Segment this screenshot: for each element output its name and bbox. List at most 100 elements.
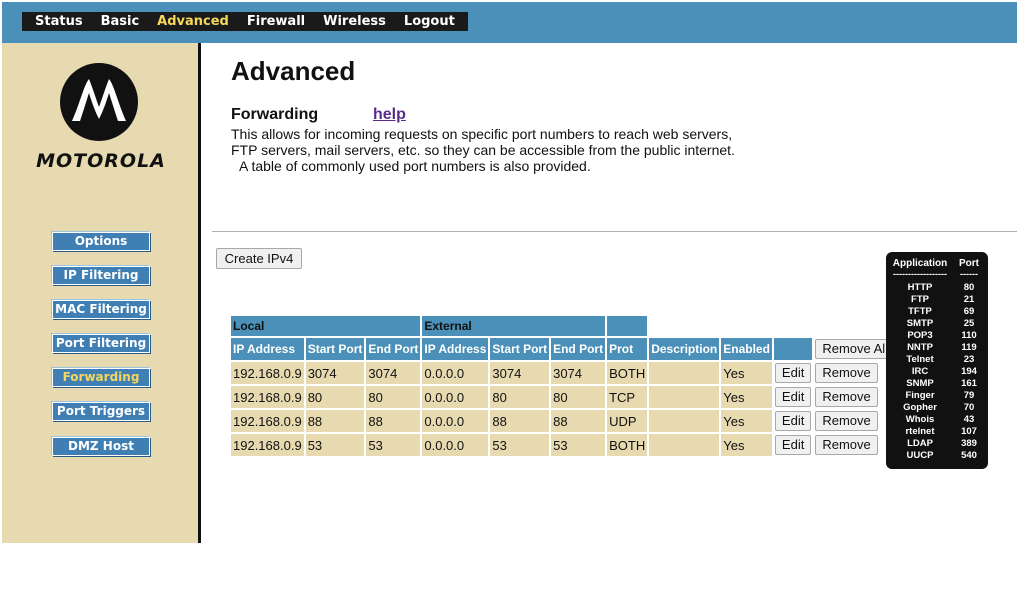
cell-enabled: Yes (721, 410, 772, 432)
col-local-end-port: End Port (366, 338, 421, 360)
col-ext-end-port: End Port (551, 338, 606, 360)
cell-ext-start: 80 (490, 386, 550, 408)
top-nav: Status Basic Advanced Firewall Wireless … (22, 12, 468, 31)
cell-local-end: 88 (366, 410, 421, 432)
nav-basic[interactable]: Basic (92, 12, 149, 31)
create-ipv4-button[interactable]: Create IPv4 (216, 248, 302, 269)
port-reference-box: Application Port ------------------ ----… (886, 252, 988, 469)
port-reference-header: Application Port (886, 258, 988, 269)
description-line-3: A table of commonly used port numbers is… (239, 158, 591, 174)
port-reference-dashes: ------------------ ------ (886, 269, 988, 279)
sidebar-item-ip-filtering[interactable]: IP Filtering (52, 266, 150, 285)
cell-prot: BOTH (607, 434, 648, 456)
port-app: Telnet (906, 354, 934, 365)
nav-firewall[interactable]: Firewall (238, 12, 314, 31)
edit-button[interactable]: Edit (774, 363, 812, 383)
port-reference-row: Gopher 70 (886, 402, 988, 414)
port-number: 43 (963, 414, 975, 425)
cell-ext-ip: 0.0.0.0 (422, 434, 489, 456)
edit-cell: Edit (773, 386, 813, 408)
cell-ext-ip: 0.0.0.0 (422, 410, 489, 432)
table-group-header: Local External (231, 316, 896, 336)
cell-ext-start: 53 (490, 434, 550, 456)
port-number: 69 (963, 306, 975, 317)
edit-button[interactable]: Edit (774, 411, 812, 431)
table-row: 192.168.0.9 53 53 0.0.0.0 53 53 BOTH Yes… (231, 434, 897, 456)
sidebar-item-options[interactable]: Options (52, 232, 150, 251)
group-blank (607, 316, 648, 336)
section-title: Forwarding (231, 106, 319, 123)
sidebar-item-forwarding[interactable]: Forwarding (52, 368, 150, 387)
remove-button[interactable]: Remove (815, 411, 878, 431)
port-app: NNTP (907, 342, 933, 353)
port-reference-row: Finger 79 (886, 390, 988, 402)
sidebar-item-port-filtering[interactable]: Port Filtering (52, 334, 150, 353)
port-reference-header-port: Port (959, 258, 979, 269)
edit-button[interactable]: Edit (774, 387, 812, 407)
table-row: 192.168.0.9 88 88 0.0.0.0 88 88 UDP Yes … (231, 410, 897, 432)
cell-prot: TCP (607, 386, 648, 408)
port-reference-row: TFTP 69 (886, 306, 988, 318)
cell-ext-end: 80 (551, 386, 606, 408)
table-header-row: IP Address Start Port End Port IP Addres… (231, 338, 897, 360)
port-reference-row: POP3 110 (886, 330, 988, 342)
motorola-logo-icon (60, 63, 138, 141)
remove-button[interactable]: Remove (815, 435, 878, 455)
remove-all-button[interactable]: Remove All (815, 339, 896, 359)
col-edit (773, 338, 813, 360)
cell-prot: BOTH (607, 362, 648, 384)
port-app: POP3 (907, 330, 933, 341)
port-app: Gopher (903, 402, 937, 413)
remove-cell: Remove (814, 386, 897, 408)
col-ext-ip: IP Address (422, 338, 489, 360)
cell-local-ip: 192.168.0.9 (231, 386, 304, 408)
remove-all-cell: Remove All (814, 338, 897, 360)
port-reference-row: rtelnet 107 (886, 426, 988, 438)
divider (212, 231, 1017, 232)
cell-description (649, 386, 720, 408)
remove-button[interactable]: Remove (815, 363, 878, 383)
cell-ext-start: 88 (490, 410, 550, 432)
cell-ext-ip: 0.0.0.0 (422, 362, 489, 384)
cell-local-end: 3074 (366, 362, 421, 384)
port-number: 80 (963, 282, 975, 293)
port-reference-dash-port: ------ (960, 269, 978, 279)
sidebar-item-dmz-host[interactable]: DMZ Host (52, 437, 150, 456)
nav-status[interactable]: Status (26, 12, 92, 31)
port-number: 79 (963, 390, 975, 401)
port-app: Whois (905, 414, 935, 425)
sidebar-divider (198, 43, 201, 543)
table-row: 192.168.0.9 3074 3074 0.0.0.0 3074 3074 … (231, 362, 897, 384)
cell-local-ip: 192.168.0.9 (231, 410, 304, 432)
port-number: 110 (961, 330, 977, 341)
nav-advanced[interactable]: Advanced (148, 12, 238, 31)
port-reference-row: FTP 21 (886, 294, 988, 306)
port-reference-row: Telnet 23 (886, 354, 988, 366)
port-reference-row: SNMP 161 (886, 378, 988, 390)
sidebar-item-mac-filtering[interactable]: MAC Filtering (52, 300, 150, 319)
edit-button[interactable]: Edit (774, 435, 812, 455)
remove-button[interactable]: Remove (815, 387, 878, 407)
cell-ext-start: 3074 (490, 362, 550, 384)
cell-local-start: 88 (305, 410, 365, 432)
port-app: TFTP (908, 306, 932, 317)
port-number: 25 (963, 318, 975, 329)
port-app: HTTP (907, 282, 933, 293)
help-link[interactable]: help (373, 106, 406, 124)
cell-local-start: 3074 (305, 362, 365, 384)
port-number: 21 (963, 294, 975, 305)
sidebar-item-port-triggers[interactable]: Port Triggers (52, 402, 150, 421)
remove-cell: Remove (814, 410, 897, 432)
description-line-1: This allows for incoming requests on spe… (231, 126, 733, 142)
port-app: Finger (905, 390, 935, 401)
port-app: LDAP (907, 438, 933, 449)
port-reference-rows: HTTP 80 FTP 21 TFTP 69 SMTP 25 POP3 110 NNTP 1… (886, 282, 988, 462)
cell-enabled: Yes (721, 386, 772, 408)
port-number: 540 (961, 450, 977, 461)
nav-wireless[interactable]: Wireless (314, 12, 395, 31)
cell-description (649, 362, 720, 384)
group-local: Local (231, 316, 421, 336)
top-bar: Status Basic Advanced Firewall Wireless … (2, 2, 1017, 43)
nav-logout[interactable]: Logout (395, 12, 464, 31)
table-row: 192.168.0.9 80 80 0.0.0.0 80 80 TCP Yes … (231, 386, 897, 408)
